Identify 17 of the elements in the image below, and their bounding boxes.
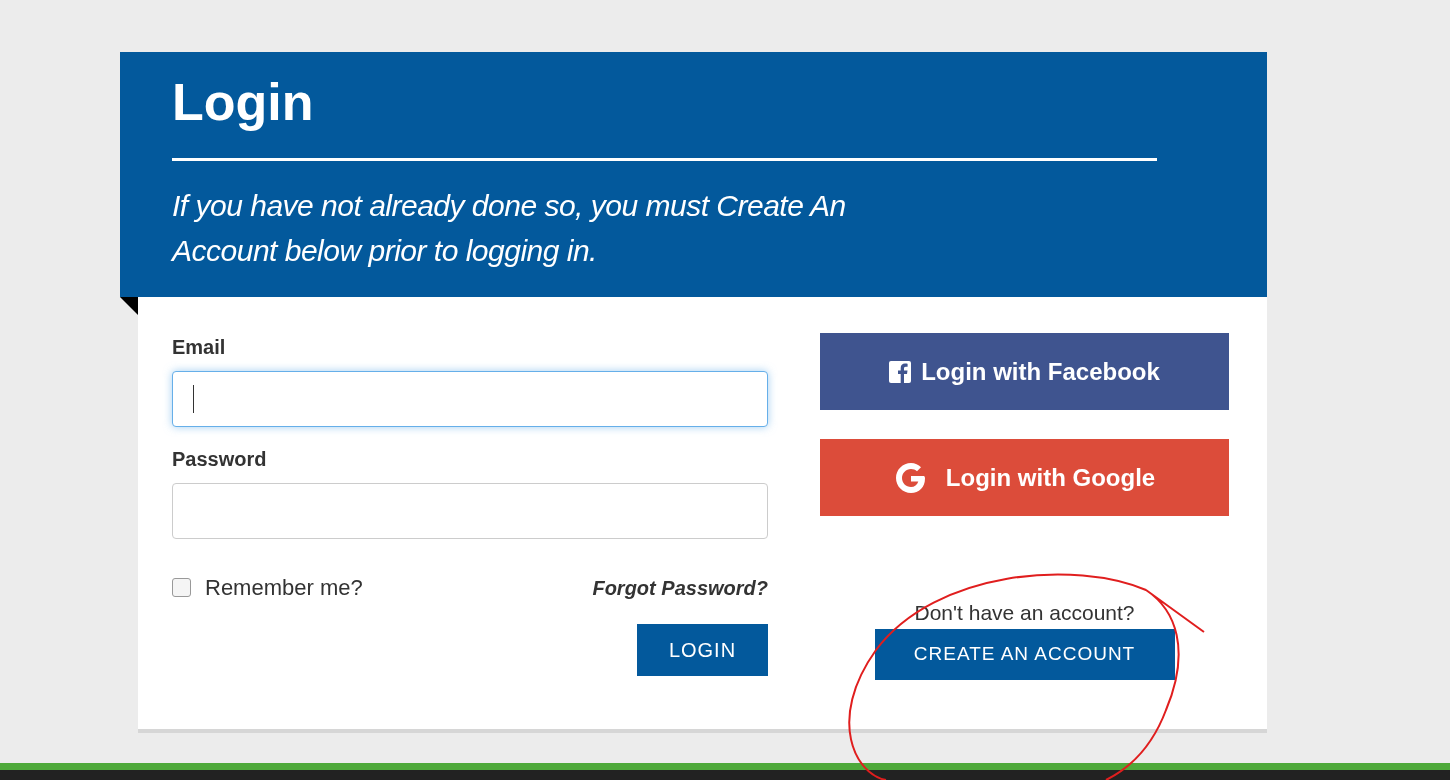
field-label: Password <box>172 447 268 472</box>
page-title: Login <box>172 72 315 133</box>
google-icon <box>893 460 928 495</box>
ribbon-fold <box>120 297 138 315</box>
header-subtitle: If you have not already done so, you must Create An Account below prior to logging in. <box>172 188 847 269</box>
forgot-password-link[interactable]: Forgot Password? <box>592 572 768 603</box>
remember-label: Remember me? <box>205 574 363 602</box>
remember-checkbox[interactable] <box>172 578 191 597</box>
facebook-icon <box>889 360 912 383</box>
input-field[interactable] <box>172 371 768 427</box>
field-label: Email <box>172 335 227 360</box>
facebook-login-button[interactable]: Login with Facebook <box>820 333 1229 410</box>
google-login-button[interactable]: Login with Google <box>820 439 1229 516</box>
signup-prompt: Don't have an account? <box>914 600 1135 626</box>
create-account-button[interactable]: CREATE AN ACCOUNT <box>874 629 1175 680</box>
input-field[interactable] <box>172 483 768 539</box>
login-button[interactable]: LOGIN <box>637 624 768 676</box>
